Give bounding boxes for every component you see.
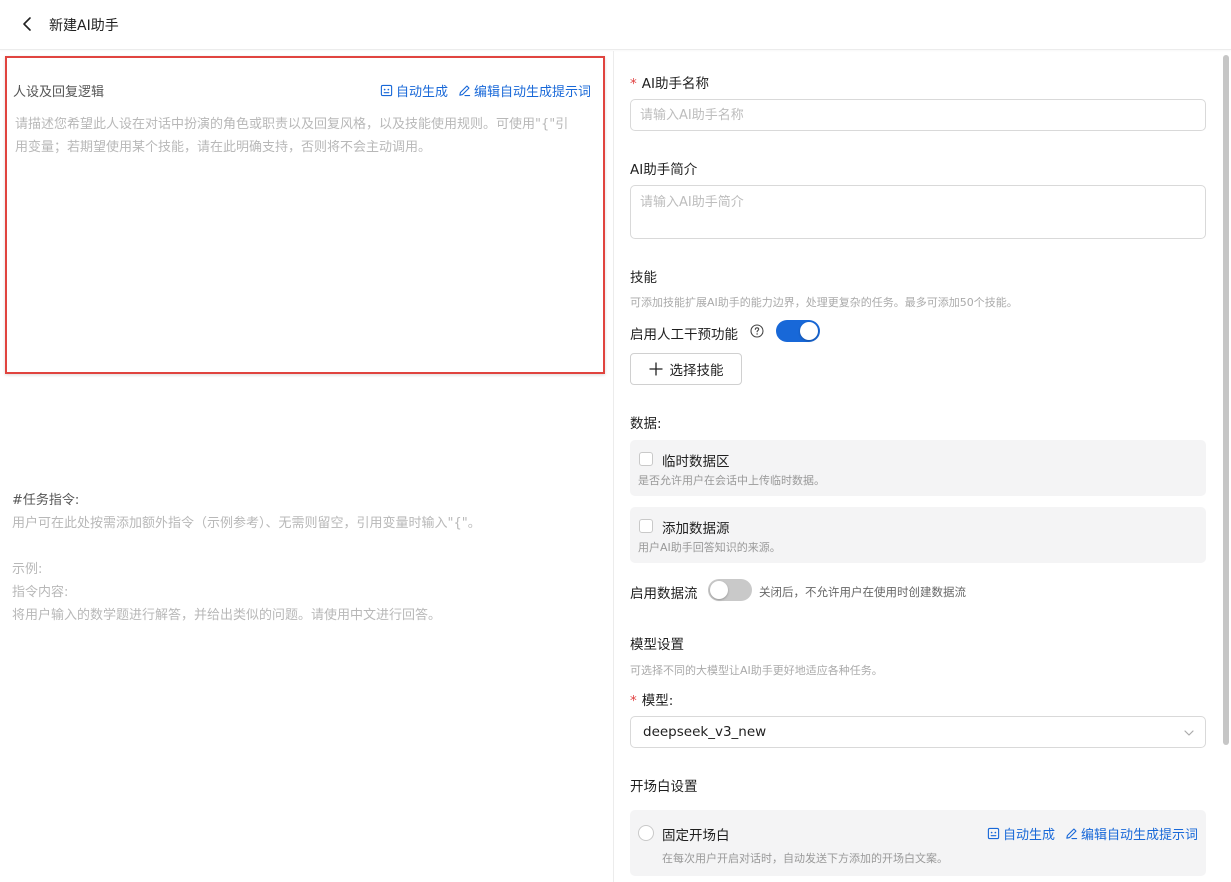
chevron-down-icon [1184, 730, 1194, 736]
opening-section-title: 开场白设置 [630, 779, 698, 795]
intro-input[interactable] [630, 185, 1206, 239]
auto-generate-icon [380, 84, 393, 97]
task-spacer [12, 535, 602, 558]
temp-data-desc: 是否允许用户在会话中上传临时数据。 [638, 474, 825, 487]
persona-title: 人设及回复逻辑 [13, 85, 105, 100]
human-intervention-label: 启用人工干预功能 [630, 327, 738, 343]
temp-data-title: 临时数据区 [662, 454, 730, 470]
auto-generate-icon [987, 827, 1000, 840]
fixed-opening-title: 固定开场白 [662, 828, 730, 844]
edit-prompt-label: 编辑自动生成提示词 [473, 85, 591, 100]
human-intervention-toggle[interactable] [776, 320, 820, 342]
skills-label: 技能 [630, 270, 657, 286]
plus-icon [648, 362, 663, 376]
persona-placeholder: 请描述您希望此人设在对话中扮演的角色或职责以及回复风格，以及技能使用规则。可使用… [15, 117, 569, 155]
back-arrow-icon[interactable] [18, 14, 38, 34]
opening-edit-prompt-label: 编辑自动生成提示词 [1080, 828, 1198, 843]
toggle-knob [710, 581, 728, 599]
temp-data-card: 临时数据区 是否允许用户在会话中上传临时数据。 [630, 440, 1206, 496]
edit-pencil-icon [1066, 828, 1078, 840]
dataflow-toggle[interactable] [708, 579, 752, 601]
scrollbar[interactable] [1223, 55, 1229, 745]
fixed-opening-desc: 在每次用户开启对话时，自动发送下方添加的开场白文案。 [662, 852, 948, 865]
dataflow-label: 启用数据流 [630, 586, 698, 602]
data-label: 数据: [630, 416, 662, 432]
auto-generate-button[interactable]: 自动生成 [380, 81, 448, 100]
left-editor-panel: 人设及回复逻辑 自动生成 编辑自动生成提示词 请描述您希望此人设在对话中扮演的角 [0, 51, 612, 882]
task-title: #任务指令: [12, 493, 80, 508]
model-hint: 可选择不同的大模型让AI助手更好地适应各种任务。 [630, 664, 883, 677]
data-source-card: 添加数据源 用户AI助手回答知识的来源。 [630, 507, 1206, 563]
fixed-opening-radio[interactable] [638, 825, 654, 841]
model-select-value: deepseek_v3_new [643, 724, 767, 740]
data-source-desc: 用户AI助手回答知识的来源。 [638, 541, 781, 554]
toggle-knob [800, 322, 818, 340]
opening-auto-generate-label: 自动生成 [1002, 828, 1055, 843]
temp-data-checkbox[interactable] [639, 452, 653, 466]
auto-generate-label: 自动生成 [395, 85, 448, 100]
page-title: 新建AI助手 [49, 18, 119, 34]
model-section-title: 模型设置 [630, 637, 684, 653]
required-mark: * [630, 693, 637, 709]
persona-editor[interactable]: 人设及回复逻辑 自动生成 编辑自动生成提示词 请描述您希望此人设在对话中扮演的角 [5, 56, 605, 374]
required-mark: * [630, 76, 637, 92]
task-instruction-label: 指令内容: [12, 585, 69, 600]
fixed-opening-card: 固定开场白 自动生成 编辑自动生成提示词 在每次用户开启对话时，自动发送下方添加 [630, 810, 1206, 876]
skills-hint: 可添加技能扩展AI助手的能力边界，处理更复杂的任务。最多可添加50个技能。 [630, 296, 1018, 309]
intro-label: AI助手简介 [630, 162, 698, 178]
edit-pencil-icon [459, 85, 471, 97]
select-skill-button[interactable]: 选择技能 [630, 353, 742, 385]
task-example-content: 将用户输入的数学题进行解答，并给出类似的问题。请使用中文进行回答。 [12, 608, 442, 623]
opening-actions: 自动生成 编辑自动生成提示词 [987, 824, 1198, 843]
opening-edit-prompt-button[interactable]: 编辑自动生成提示词 [1065, 824, 1198, 843]
model-label: * 模型: [630, 693, 674, 709]
data-source-checkbox[interactable] [639, 519, 653, 533]
data-source-title: 添加数据源 [662, 521, 730, 537]
task-example-label: 示例: [12, 562, 43, 577]
persona-actions: 自动生成 编辑自动生成提示词 [380, 81, 591, 100]
opening-auto-generate-button[interactable]: 自动生成 [987, 824, 1055, 843]
dataflow-hint: 关闭后，不允许用户在使用时创建数据流 [759, 585, 966, 599]
edit-prompt-button[interactable]: 编辑自动生成提示词 [458, 81, 591, 100]
top-bar: 新建AI助手 [0, 0, 1231, 50]
help-circle-icon[interactable] [750, 324, 764, 338]
task-instruction-block[interactable]: #任务指令: 用户可在此处按需添加额外指令（示例参考）、无需则留空，引用变量时输… [12, 489, 602, 627]
task-hint: 用户可在此处按需添加额外指令（示例参考）、无需则留空，引用变量时输入"{"。 [12, 516, 481, 531]
select-skill-label: 选择技能 [669, 363, 724, 379]
name-input[interactable] [630, 99, 1206, 131]
model-select[interactable]: deepseek_v3_new [630, 716, 1206, 748]
name-label: * AI助手名称 [630, 76, 709, 92]
right-config-panel: *AI助手名称 AI助手简介 技能 可添加技能扩展AI助手的能力边界，处理更复杂… [613, 51, 1231, 882]
